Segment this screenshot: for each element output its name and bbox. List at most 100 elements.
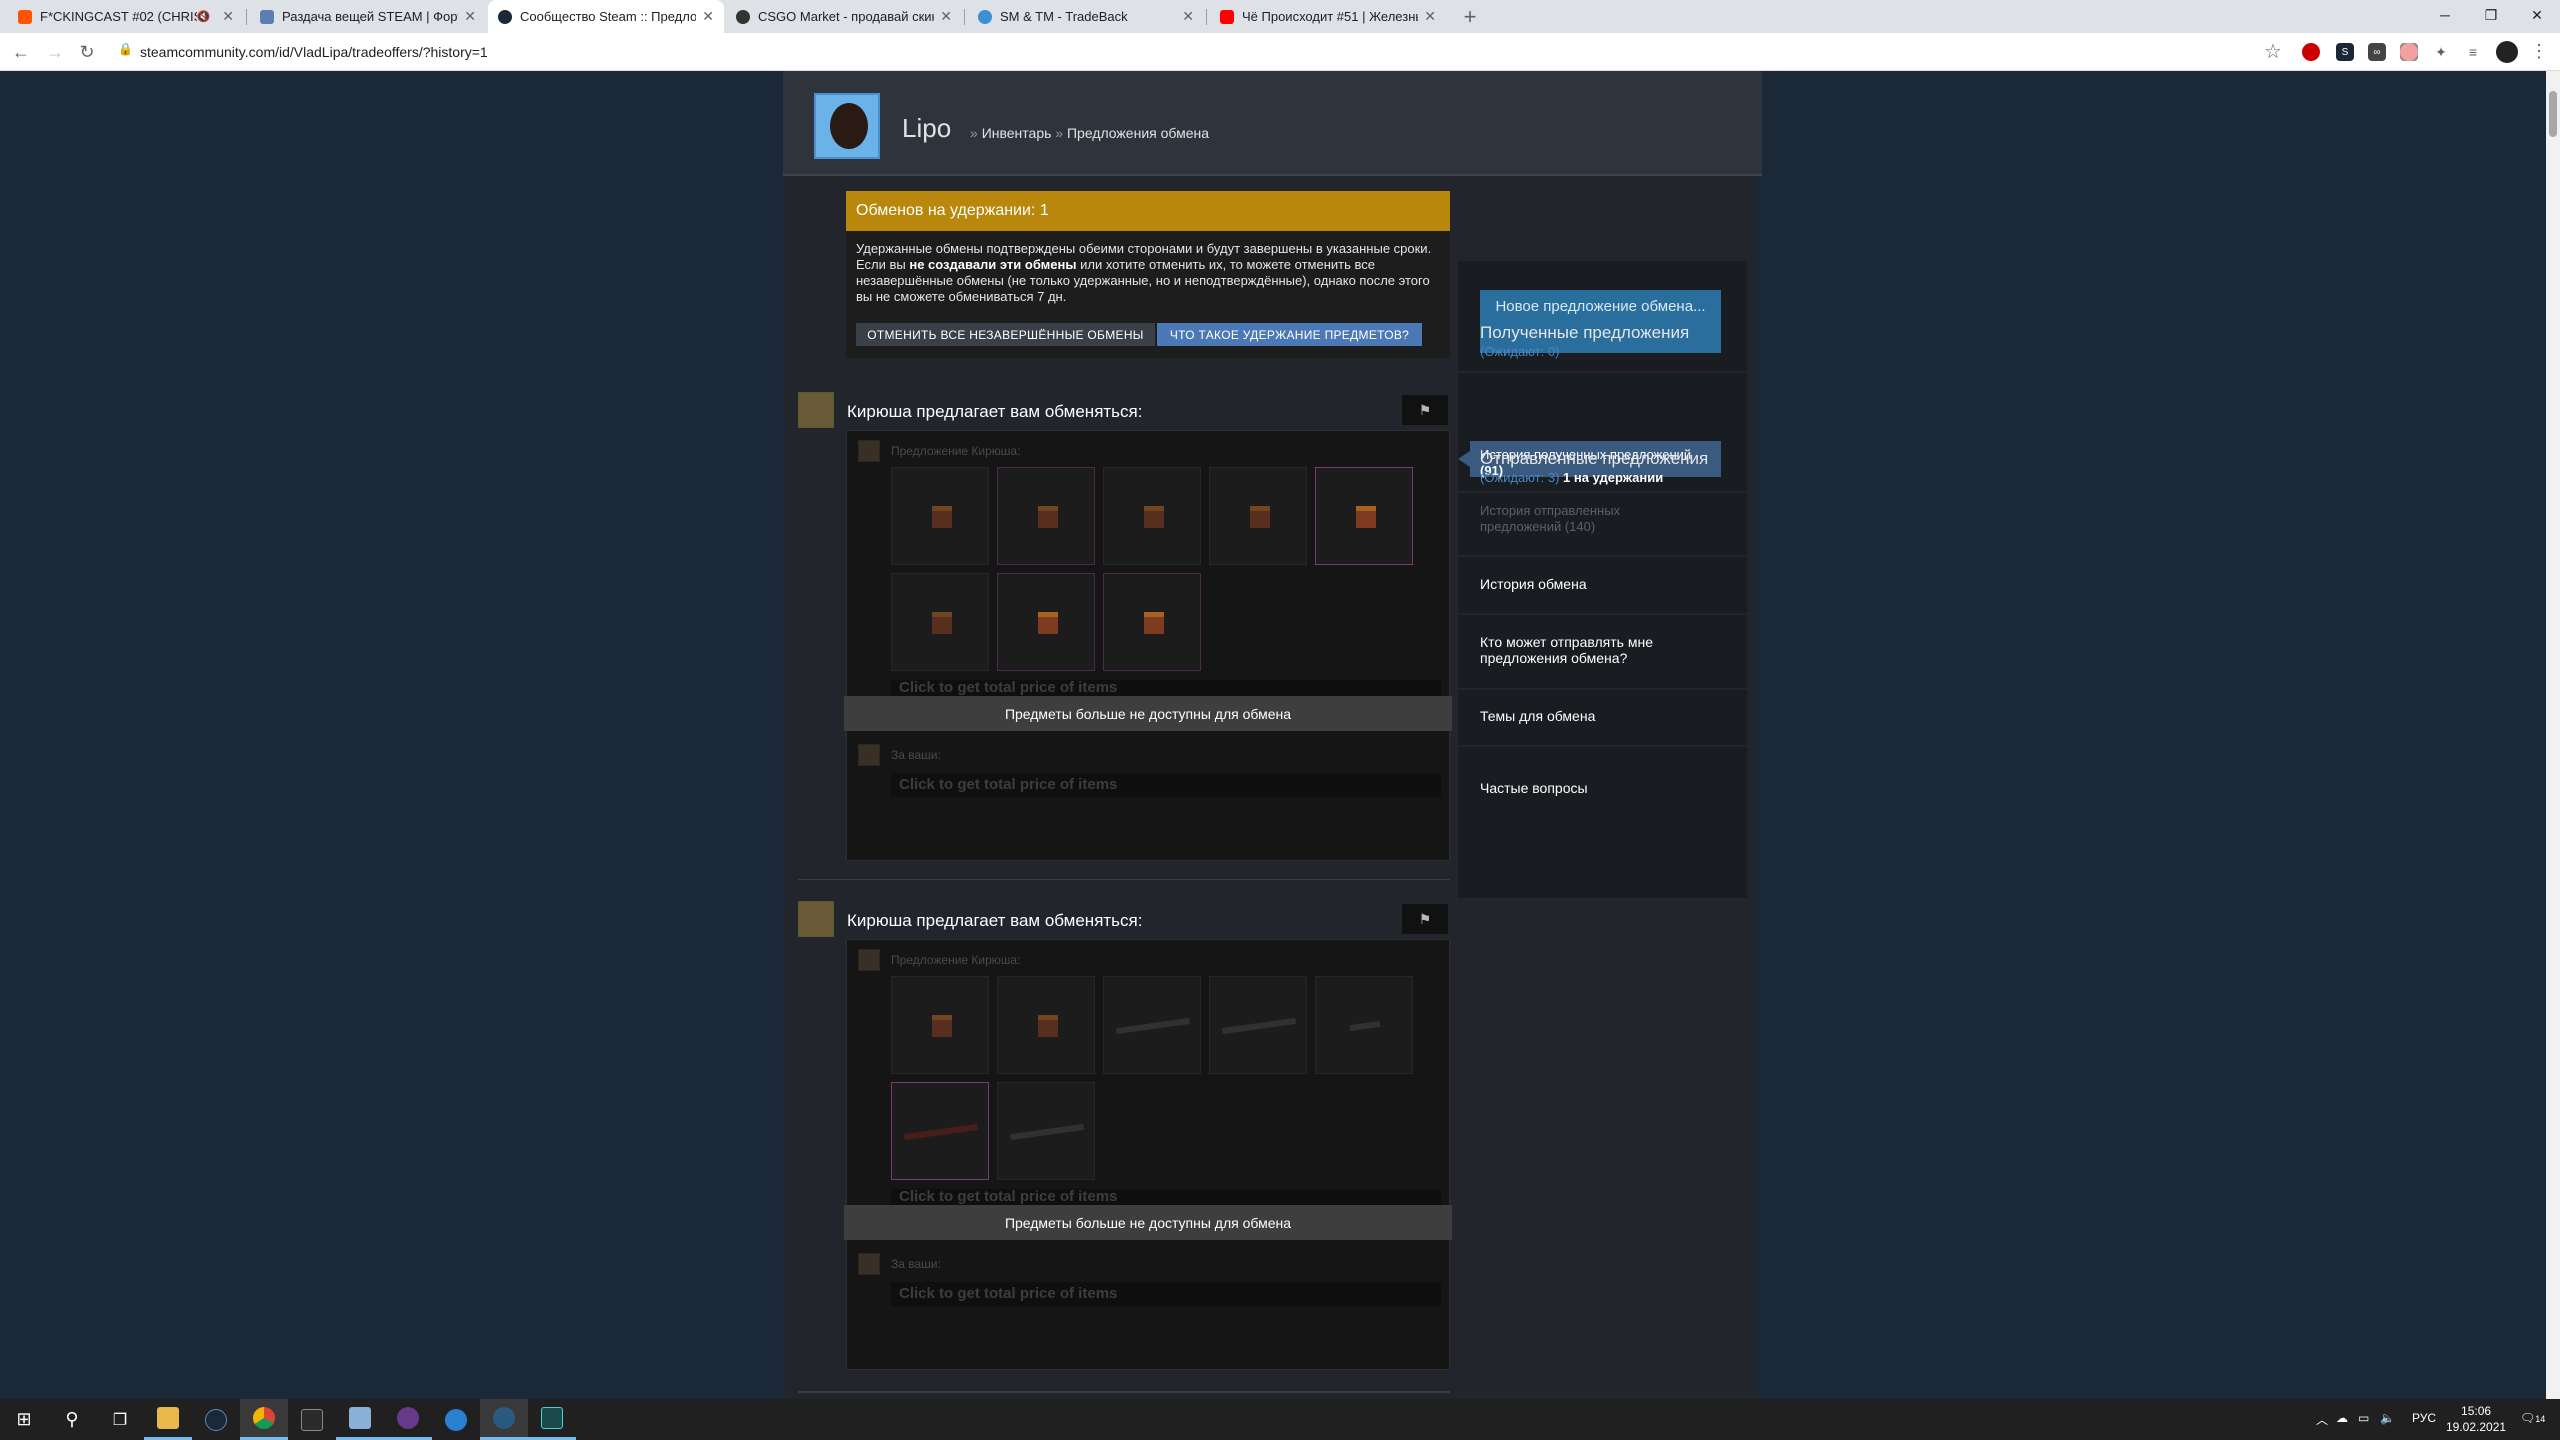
glasses-extension-icon[interactable]: ∞ <box>2368 43 2386 61</box>
sent-offers-link[interactable]: Отправленные предложения <box>1480 449 1708 469</box>
profile-name[interactable]: Lipo <box>902 113 951 144</box>
search-button[interactable]: ⚲ <box>48 1399 96 1440</box>
explorer-button[interactable] <box>144 1399 192 1440</box>
tab-title: Сообщество Steam :: Предложе <box>520 9 697 24</box>
reload-icon[interactable]: ↻ <box>76 41 98 63</box>
browser-tab[interactable]: Чё Происходит #51 | Железный ✕ <box>1210 0 1446 33</box>
browser-tab[interactable]: Раздача вещей STEAM | Форум ✕ <box>250 0 486 33</box>
profile-avatar-icon[interactable] <box>2496 41 2518 63</box>
steam-taskbar-button[interactable] <box>480 1399 528 1440</box>
close-tab-icon[interactable]: ✕ <box>464 8 476 25</box>
close-tab-icon[interactable]: ✕ <box>222 8 234 25</box>
hold-notice-text: Удержанные обмены подтверждены обеими ст… <box>856 241 1432 304</box>
trade-history-link[interactable]: История обмена <box>1480 576 1587 592</box>
steam-taskbar-button[interactable] <box>192 1399 240 1440</box>
opera-extension-icon[interactable] <box>2302 43 2320 61</box>
steam-icon <box>493 1407 515 1429</box>
app-taskbar-button[interactable] <box>336 1399 384 1440</box>
sidebar-divider <box>1458 613 1747 615</box>
breadcrumb-separator: » <box>970 125 978 141</box>
partner-avatar[interactable] <box>798 901 834 937</box>
received-waiting-count[interactable]: (Ожидают: 0) <box>1480 344 1559 359</box>
onedrive-icon[interactable]: ☁ <box>2336 1411 2348 1425</box>
tray-chevron-icon[interactable]: ︿ <box>2316 1411 2328 1428</box>
notifications-icon[interactable]: 🗨14 <box>2520 1411 2545 1425</box>
clock[interactable]: 15:06 19.02.2021 <box>2446 1403 2506 1435</box>
trade-item[interactable] <box>1103 976 1201 1074</box>
close-window-icon[interactable]: ✕ <box>2514 0 2560 30</box>
new-tab-button[interactable]: + <box>1456 0 1484 33</box>
epic-taskbar-button[interactable] <box>288 1399 336 1440</box>
trade-item[interactable] <box>891 573 989 671</box>
page-scrollbar[interactable] <box>2546 71 2560 1399</box>
browser-tab[interactable]: SM & TM - TradeBack ✕ <box>968 0 1204 33</box>
your-price-bar[interactable]: Click to get total price of items <box>891 773 1441 797</box>
url-field[interactable]: steamcommunity.com/id/VladLipa/tradeoffe… <box>140 40 488 64</box>
received-offers-link[interactable]: Полученные предложения <box>1480 323 1689 343</box>
trade-item[interactable] <box>1103 467 1201 565</box>
close-tab-icon[interactable]: ✕ <box>702 8 714 25</box>
media-icon[interactable]: ≡ <box>2464 43 2482 61</box>
steam-extension-icon[interactable]: S <box>2336 43 2354 61</box>
report-flag-icon[interactable]: ⚑ <box>1402 395 1448 425</box>
partner-avatar[interactable] <box>798 392 834 428</box>
items-unavailable-banner: Предметы больше не доступны для обмена <box>844 696 1452 731</box>
trade-item[interactable] <box>997 1082 1095 1180</box>
browser-tab-active[interactable]: Сообщество Steam :: Предложе ✕ <box>488 0 724 33</box>
menu-dots-icon[interactable]: ⋮ <box>2530 41 2548 62</box>
volume-icon[interactable]: 🔈 <box>2380 1411 2395 1425</box>
trade-topics-link[interactable]: Темы для обмена <box>1480 708 1595 724</box>
chrome-taskbar-button[interactable] <box>240 1399 288 1440</box>
app-taskbar-button[interactable] <box>384 1399 432 1440</box>
trade-item[interactable] <box>997 976 1095 1074</box>
what-is-hold-button[interactable]: ЧТО ТАКОЕ УДЕРЖАНИЕ ПРЕДМЕТОВ? <box>1157 323 1422 346</box>
close-tab-icon[interactable]: ✕ <box>1182 8 1194 25</box>
minimize-icon[interactable]: ─ <box>2422 0 2468 30</box>
your-price-bar[interactable]: Click to get total price of items <box>891 1282 1441 1306</box>
breadcrumb-trade-offers[interactable]: Предложения обмена <box>1067 125 1209 141</box>
trade-item[interactable] <box>1209 976 1307 1074</box>
trade-item[interactable] <box>1209 467 1307 565</box>
sent-waiting-count[interactable]: (Ожидают: 3) 1 на удержании <box>1480 470 1663 485</box>
browser-tab[interactable]: CSGO Market - продавай скины ✕ <box>726 0 962 33</box>
back-icon[interactable]: ← <box>10 41 32 63</box>
breadcrumb-inventory[interactable]: Инвентарь <box>982 125 1052 141</box>
faq-link[interactable]: Частые вопросы <box>1480 780 1588 796</box>
app-taskbar-button[interactable] <box>528 1399 576 1440</box>
notes-icon <box>349 1407 371 1429</box>
language-indicator[interactable]: РУС <box>2412 1411 2436 1425</box>
task-view-button[interactable]: ❐ <box>96 1399 144 1440</box>
report-flag-icon[interactable]: ⚑ <box>1402 904 1448 934</box>
their-price-bar[interactable]: Click to get total price of items <box>891 680 1441 696</box>
restore-icon[interactable]: ❐ <box>2468 0 2514 30</box>
record-extension-icon[interactable] <box>2400 43 2418 61</box>
bookmark-star-icon[interactable]: ☆ <box>2264 39 2282 64</box>
soundcloud-icon <box>18 9 32 24</box>
sent-history-link[interactable]: История отправленных предложений (140) <box>1480 503 1680 535</box>
trade-item[interactable] <box>1103 573 1201 671</box>
trade-item[interactable] <box>1315 976 1413 1074</box>
trade-item[interactable] <box>997 467 1095 565</box>
cancel-all-trades-button[interactable]: ОТМЕНИТЬ ВСЕ НЕЗАВЕРШЁННЫЕ ОБМЕНЫ <box>856 323 1155 346</box>
close-tab-icon[interactable]: ✕ <box>1424 8 1436 25</box>
trade-item[interactable] <box>891 1082 989 1180</box>
trade-item[interactable] <box>891 976 989 1074</box>
steam-icon <box>498 9 512 24</box>
trade-item[interactable] <box>997 573 1095 671</box>
scrollbar-thumb[interactable] <box>2549 91 2557 137</box>
start-button[interactable]: ⊞ <box>0 1399 48 1440</box>
who-can-send-link[interactable]: Кто может отправлять мне предложения обм… <box>1480 634 1680 666</box>
puzzle-icon[interactable]: ✦ <box>2432 43 2450 61</box>
speaker-icon[interactable]: 🔇 <box>197 10 211 23</box>
network-icon[interactable]: ▭ <box>2358 1411 2369 1425</box>
tab-title: CSGO Market - продавай скины <box>758 9 935 24</box>
app-icon <box>445 1408 467 1431</box>
browser-tab[interactable]: F*CKINGCAST #02 (CHRISTM 🔇 ✕ <box>8 0 244 33</box>
close-tab-icon[interactable]: ✕ <box>940 8 952 25</box>
their-price-bar[interactable]: Click to get total price of items <box>891 1189 1441 1205</box>
trade-item[interactable] <box>1315 467 1413 565</box>
app-taskbar-button[interactable] <box>432 1399 480 1440</box>
profile-avatar[interactable] <box>814 93 880 159</box>
trade-item[interactable] <box>891 467 989 565</box>
forward-icon[interactable]: → <box>44 41 66 63</box>
